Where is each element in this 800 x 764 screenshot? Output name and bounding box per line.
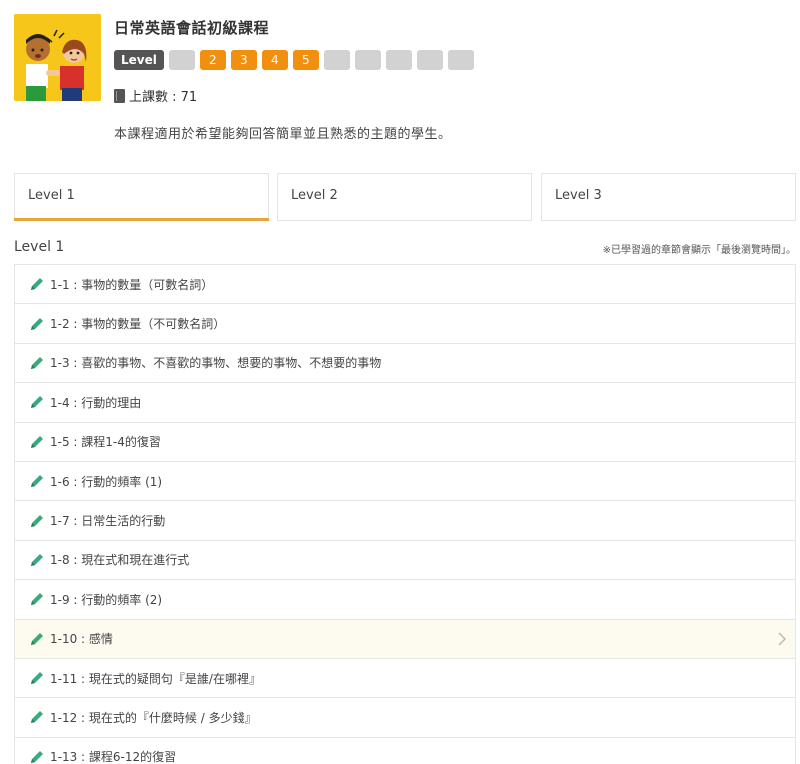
- level-box: [323, 50, 350, 70]
- lesson-label: 1-7 : 日常生活的行動: [50, 514, 166, 529]
- level-box: 3: [230, 50, 257, 70]
- pencil-icon: [28, 315, 46, 333]
- lesson-row[interactable]: 1-2 : 事物的數量（不可數名詞）: [14, 304, 796, 344]
- lesson-label: 1-4 : 行動的理由: [50, 395, 142, 410]
- chevron-right-icon: [777, 631, 787, 646]
- pencil-icon: [28, 669, 46, 687]
- pencil-icon: [28, 708, 46, 726]
- level-box: [354, 50, 381, 70]
- lesson-label: 1-5 : 課程1-4的復習: [50, 435, 161, 450]
- lesson-list-note: ※已學習過的章節會顯示「最後瀏覽時間」。: [602, 245, 796, 256]
- lesson-list-header: Level 1 ※已學習過的章節會顯示「最後瀏覽時間」。: [14, 238, 796, 262]
- lesson-row[interactable]: 1-4 : 行動的理由: [14, 383, 796, 423]
- lesson-list: 1-1 : 事物的數量（可數名詞） 1-2 : 事物的數量（不可數名詞） 1-3 :…: [14, 264, 796, 764]
- pencil-icon: [28, 354, 46, 372]
- tab-level-3[interactable]: Level 3: [541, 173, 796, 221]
- lesson-row[interactable]: 1-9 : 行動的頻率 (2): [14, 580, 796, 620]
- pencil-icon: [28, 748, 46, 764]
- level-tabs: Level 1 Level 2 Level 3: [14, 173, 796, 221]
- lesson-label: 1-13 : 課程6-12的復習: [50, 750, 177, 764]
- course-title: 日常英語會話初級課程: [114, 19, 270, 37]
- level-box: [416, 50, 443, 70]
- pencil-icon: [28, 472, 46, 490]
- lesson-count-text: 上課數 : 71: [129, 90, 198, 105]
- level-box: 4: [261, 50, 288, 70]
- pencil-icon: [28, 433, 46, 451]
- level-box: [168, 50, 195, 70]
- lesson-row[interactable]: 1-6 : 行動的頻率 (1): [14, 461, 796, 502]
- lesson-row[interactable]: 1-11 : 現在式的疑問句『是誰/在哪裡』: [14, 658, 796, 699]
- lesson-row[interactable]: 1-8 : 現在式和現在進行式: [14, 540, 796, 581]
- lesson-label: 1-2 : 事物的數量（不可數名詞）: [50, 317, 226, 332]
- level-tag: Level: [114, 50, 164, 70]
- lesson-row[interactable]: 1-5 : 課程1-4的復習: [14, 422, 796, 462]
- course-header: 日常英語會話初級課程 Level 2 3 4 5 上課數 : 71 本課程適用於…: [14, 14, 794, 142]
- lesson-row[interactable]: 1-1 : 事物的數量（可數名詞）: [14, 265, 796, 305]
- pencil-icon: [28, 590, 46, 608]
- lesson-list-title: Level 1: [14, 239, 65, 255]
- pencil-icon: [28, 275, 46, 293]
- lesson-row[interactable]: 1-3 : 喜歡的事物、不喜歡的事物、想要的事物、不想要的事物: [14, 343, 796, 384]
- level-indicator: Level 2 3 4 5: [114, 50, 474, 70]
- level-box: 2: [199, 50, 226, 70]
- pencil-icon: [28, 630, 46, 648]
- level-box: [385, 50, 412, 70]
- lesson-label: 1-1 : 事物的數量（可數名詞）: [50, 277, 214, 292]
- level-box: 5: [292, 50, 319, 70]
- lesson-count: 上課數 : 71: [114, 86, 197, 105]
- tab-level-1[interactable]: Level 1: [14, 173, 269, 221]
- level-box: [447, 50, 474, 70]
- tab-level-2[interactable]: Level 2: [277, 173, 532, 221]
- lesson-label: 1-10 : 感情: [50, 632, 113, 647]
- lesson-row[interactable]: 1-13 : 課程6-12的復習: [14, 737, 796, 764]
- course-description: 本課程適用於希望能夠回答簡單並且熟悉的主題的學生。: [114, 127, 452, 142]
- lesson-label: 1-8 : 現在式和現在進行式: [50, 553, 190, 568]
- lesson-label: 1-11 : 現在式的疑問句『是誰/在哪裡』: [50, 671, 261, 686]
- lesson-row[interactable]: 1-7 : 日常生活的行動: [14, 501, 796, 541]
- lesson-label: 1-12 : 現在式的『什麼時候 / 多少錢』: [50, 710, 257, 725]
- lesson-row[interactable]: 1-10 : 感情: [14, 619, 796, 659]
- lesson-row[interactable]: 1-12 : 現在式的『什麼時候 / 多少錢』: [14, 698, 796, 738]
- pencil-icon: [28, 551, 46, 569]
- course-thumbnail: [14, 14, 101, 101]
- pencil-icon: [28, 393, 46, 411]
- lesson-label: 1-9 : 行動的頻率 (2): [50, 592, 163, 607]
- lesson-label: 1-3 : 喜歡的事物、不喜歡的事物、想要的事物、不想要的事物: [50, 356, 382, 371]
- pencil-icon: [28, 512, 46, 530]
- lesson-label: 1-6 : 行動的頻率 (1): [50, 474, 163, 489]
- book-icon: [114, 88, 125, 103]
